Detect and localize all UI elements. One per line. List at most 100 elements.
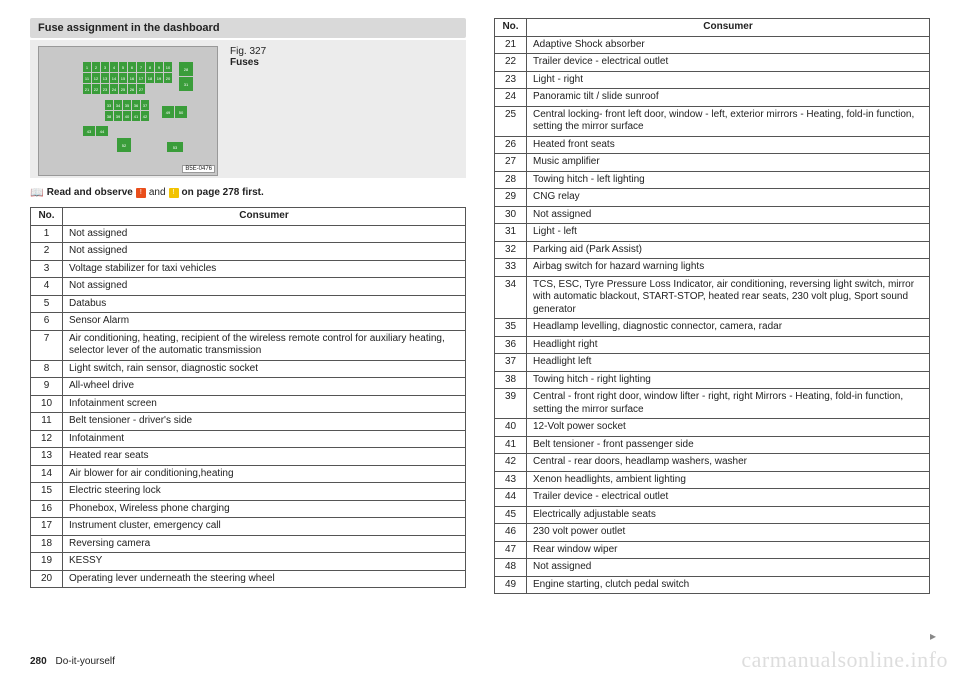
table-row: 18Reversing camera — [31, 535, 466, 553]
table-row: 5Databus — [31, 295, 466, 313]
read-observe-prefix: Read and observe — [47, 187, 133, 198]
figure-caption: Fig. 327 Fuses — [230, 46, 266, 176]
table-row: 11Belt tensioner - driver's side — [31, 413, 466, 431]
table-row: 34TCS, ESC, Tyre Pressure Loss Indicator… — [495, 276, 930, 319]
cell-consumer: Headlight left — [527, 354, 930, 372]
cell-consumer: KESSY — [63, 553, 466, 571]
cell-consumer: Not assigned — [527, 559, 930, 577]
cell-no: 36 — [495, 336, 527, 354]
table-row: 45Electrically adjustable seats — [495, 506, 930, 524]
table-row: 46230 volt power outlet — [495, 524, 930, 542]
table-row: 38Towing hitch - right lighting — [495, 371, 930, 389]
cell-no: 30 — [495, 206, 527, 224]
page-footer: 280 Do-it-yourself — [30, 656, 115, 667]
page-content: Fuse assignment in the dashboard 1234567… — [0, 0, 960, 604]
cell-no: 5 — [31, 295, 63, 313]
cell-no: 29 — [495, 189, 527, 207]
cell-consumer: CNG relay — [527, 189, 930, 207]
cell-no: 37 — [495, 354, 527, 372]
fuse-box-graphic: 123456789 101112131415161718 19202122232… — [63, 56, 193, 166]
cell-consumer: Trailer device - electrical outlet — [527, 489, 930, 507]
cell-consumer: Reversing camera — [63, 535, 466, 553]
table-row: 44Trailer device - electrical outlet — [495, 489, 930, 507]
cell-consumer: Not assigned — [63, 225, 466, 243]
cell-consumer: Phonebox, Wireless phone charging — [63, 500, 466, 518]
table-row: 47Rear window wiper — [495, 541, 930, 559]
table-row: 31Light - left — [495, 224, 930, 242]
cell-no: 31 — [495, 224, 527, 242]
cell-consumer: Airbag switch for hazard warning lights — [527, 259, 930, 277]
cell-consumer: 12-Volt power socket — [527, 419, 930, 437]
table-row: 20Operating lever underneath the steerin… — [31, 570, 466, 588]
cell-no: 38 — [495, 371, 527, 389]
cell-consumer: Headlamp levelling, diagnostic connector… — [527, 319, 930, 337]
table-row: 27Music amplifier — [495, 154, 930, 172]
read-observe-suffix: on page 278 first. — [182, 187, 264, 198]
header-consumer: Consumer — [527, 19, 930, 37]
cell-no: 45 — [495, 506, 527, 524]
cell-no: 7 — [31, 330, 63, 360]
cell-no: 3 — [31, 260, 63, 278]
table-row: 41Belt tensioner - front passenger side — [495, 436, 930, 454]
cell-no: 22 — [495, 54, 527, 72]
cell-consumer: Not assigned — [63, 278, 466, 296]
table-row: 21Adaptive Shock absorber — [495, 36, 930, 54]
table-row: 12Infotainment — [31, 430, 466, 448]
table-row: 23Light - right — [495, 71, 930, 89]
cell-no: 28 — [495, 171, 527, 189]
watermark: carmanualsonline.info — [741, 647, 948, 673]
table-row: 39Central - front right door, window lif… — [495, 389, 930, 419]
cell-consumer: Central locking- front left door, window… — [527, 106, 930, 136]
page-number: 280 — [30, 656, 47, 667]
footer-section: Do-it-yourself — [55, 656, 114, 667]
cell-consumer: Central - rear doors, headlamp washers, … — [527, 454, 930, 472]
cell-consumer: Towing hitch - left lighting — [527, 171, 930, 189]
cell-consumer: Panoramic tilt / slide sunroof — [527, 89, 930, 107]
cell-no: 17 — [31, 518, 63, 536]
right-column: No. Consumer 21Adaptive Shock absorber22… — [494, 18, 930, 594]
table-row: 6Sensor Alarm — [31, 313, 466, 331]
table-row: 48Not assigned — [495, 559, 930, 577]
table-row: 24Panoramic tilt / slide sunroof — [495, 89, 930, 107]
table-header-row: No. Consumer — [31, 208, 466, 226]
cell-consumer: Light - right — [527, 71, 930, 89]
table-row: 42Central - rear doors, headlamp washers… — [495, 454, 930, 472]
cell-consumer: Infotainment — [63, 430, 466, 448]
fuse-diagram-image: 123456789 101112131415161718 19202122232… — [38, 46, 218, 176]
table-row: 35Headlamp levelling, diagnostic connect… — [495, 319, 930, 337]
table-row: 17Instrument cluster, emergency call — [31, 518, 466, 536]
cell-consumer: Towing hitch - right lighting — [527, 371, 930, 389]
figure-title: Fuses — [230, 57, 266, 68]
fuse-table-right: No. Consumer 21Adaptive Shock absorber22… — [494, 18, 930, 594]
fuse-table-left: No. Consumer 1Not assigned2Not assigned3… — [30, 207, 466, 588]
cell-no: 14 — [31, 465, 63, 483]
cell-no: 13 — [31, 448, 63, 466]
table-row: 49Engine starting, clutch pedal switch — [495, 576, 930, 594]
continue-marker: ▸ — [930, 629, 936, 643]
cell-no: 33 — [495, 259, 527, 277]
cell-consumer: All-wheel drive — [63, 378, 466, 396]
cell-consumer: Operating lever underneath the steering … — [63, 570, 466, 588]
cell-consumer: Heated rear seats — [63, 448, 466, 466]
table-row: 29CNG relay — [495, 189, 930, 207]
table-row: 14Air blower for air conditioning,heatin… — [31, 465, 466, 483]
table-row: 16Phonebox, Wireless phone charging — [31, 500, 466, 518]
table-row: 36Headlight right — [495, 336, 930, 354]
cell-no: 48 — [495, 559, 527, 577]
cell-no: 24 — [495, 89, 527, 107]
table-row: 7Air conditioning, heating, recipient of… — [31, 330, 466, 360]
cell-consumer: Infotainment screen — [63, 395, 466, 413]
table-row: 9All-wheel drive — [31, 378, 466, 396]
table-row: 4012-Volt power socket — [495, 419, 930, 437]
table-row: 15Electric steering lock — [31, 483, 466, 501]
cell-consumer: Voltage stabilizer for taxi vehicles — [63, 260, 466, 278]
figure-number: Fig. 327 — [230, 46, 266, 57]
cell-no: 1 — [31, 225, 63, 243]
cell-consumer: Adaptive Shock absorber — [527, 36, 930, 54]
cell-no: 40 — [495, 419, 527, 437]
cell-consumer: Heated front seats — [527, 136, 930, 154]
table-row: 10Infotainment screen — [31, 395, 466, 413]
cell-consumer: Trailer device - electrical outlet — [527, 54, 930, 72]
cell-consumer: Music amplifier — [527, 154, 930, 172]
cell-consumer: Air blower for air conditioning,heating — [63, 465, 466, 483]
